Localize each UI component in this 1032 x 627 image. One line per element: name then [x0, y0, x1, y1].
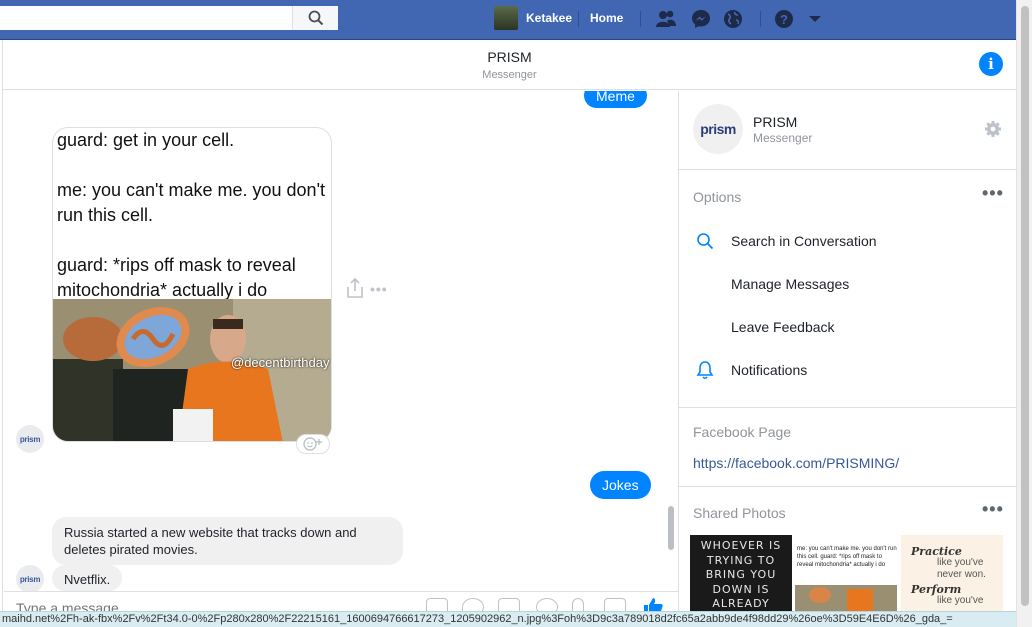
- shared-photo-image: [795, 585, 897, 611]
- help-icon[interactable]: ?: [773, 8, 795, 30]
- conversation-title: PRISM: [487, 49, 532, 65]
- message-bubble-incoming[interactable]: Nvetflix.: [52, 565, 123, 591]
- option-manage-messages[interactable]: Manage Messages: [693, 272, 1003, 296]
- option-leave-feedback[interactable]: Leave Feedback: [693, 315, 1003, 339]
- conversation-details-panel: prism PRISM Messenger Options ••• Search…: [678, 91, 1017, 611]
- conversation-header: PRISM Messenger i: [3, 40, 1016, 90]
- facebook-page-title: Facebook Page: [693, 424, 792, 440]
- browser-status-bar: maihd.net%2Fh-ak-fbx%2Fv%2Ft34.0-0%2Fp28…: [0, 611, 1016, 627]
- option-label: Notifications: [731, 362, 808, 378]
- avatar: [494, 6, 518, 30]
- shared-photo[interactable]: WHOEVER IS TRYING TO BRING YOU DOWN IS A…: [690, 535, 792, 611]
- option-label: Leave Feedback: [731, 319, 835, 335]
- message-bubble-outgoing[interactable]: Jokes: [590, 471, 651, 499]
- gear-icon[interactable]: [984, 120, 1002, 138]
- react-icon[interactable]: [296, 434, 330, 454]
- message-bubble-incoming[interactable]: Russia started a new website that tracks…: [52, 517, 403, 565]
- divider: [640, 11, 641, 27]
- shared-photo-text: WHOEVER IS TRYING TO BRING YOU DOWN IS A…: [700, 539, 782, 611]
- divider: [760, 11, 761, 27]
- left-edge: [0, 40, 3, 627]
- logo-text: prism: [700, 121, 736, 137]
- sidebar-name[interactable]: PRISM: [753, 114, 797, 130]
- page-scrollbar[interactable]: [1016, 0, 1032, 627]
- divider: [679, 169, 1017, 170]
- message-thread[interactable]: Meme guard: get in your cell. me: you ca…: [4, 91, 678, 591]
- options-title: Options: [693, 189, 742, 205]
- chat-scrollbar[interactable]: [668, 506, 674, 550]
- chevron-down-icon[interactable]: [804, 8, 826, 30]
- option-icon-spacer: [693, 315, 717, 339]
- avatar[interactable]: prism: [16, 565, 44, 591]
- profile-link[interactable]: Ketakee: [494, 6, 572, 30]
- shared-photo[interactable]: me: you can't make me. you don't run thi…: [795, 535, 897, 611]
- conversation-subtitle: Messenger: [482, 69, 537, 81]
- search-bar[interactable]: [0, 6, 338, 30]
- sidebar-subtitle: Messenger: [753, 131, 813, 145]
- info-icon[interactable]: i: [979, 52, 1003, 76]
- search-icon: [693, 229, 717, 253]
- top-navigation-bar: Ketakee Home ?: [0, 0, 1016, 40]
- option-notifications[interactable]: Notifications: [693, 358, 1003, 382]
- meme-photo: @decentbirthday: [53, 299, 331, 441]
- option-icon-spacer: [693, 272, 717, 296]
- search-icon: [308, 10, 323, 26]
- share-icon[interactable]: [346, 277, 364, 302]
- shared-photos-title: Shared Photos: [693, 505, 786, 521]
- shared-photo-text: like you've: [937, 595, 984, 606]
- meme-image[interactable]: guard: get in your cell. me: you can't m…: [52, 127, 332, 442]
- search-button[interactable]: [292, 6, 338, 30]
- shared-photos-more-icon[interactable]: •••: [982, 499, 1004, 520]
- divider: [679, 407, 1017, 408]
- shared-photo-text: like you've never won.: [937, 557, 986, 580]
- meme-watermark: @decentbirthday: [231, 355, 330, 370]
- divider: [578, 11, 579, 27]
- divider: [679, 486, 1017, 487]
- bell-icon: [693, 358, 717, 382]
- option-label: Manage Messages: [731, 276, 850, 292]
- shared-photo[interactable]: Practice like you've never won. Perform …: [901, 535, 1003, 611]
- home-link[interactable]: Home: [590, 11, 623, 25]
- messenger-icon[interactable]: [690, 8, 712, 30]
- facebook-page-link[interactable]: https://facebook.com/PRISMING/: [693, 455, 899, 471]
- avatar-label: prism: [19, 574, 41, 584]
- friend-requests-icon[interactable]: [655, 8, 677, 30]
- avatar[interactable]: prism: [16, 425, 44, 453]
- message-bubble-outgoing[interactable]: Meme: [584, 91, 647, 108]
- options-more-icon[interactable]: •••: [982, 183, 1004, 204]
- avatar-label: prism: [19, 434, 41, 444]
- option-search-in-conversation[interactable]: Search in Conversation: [693, 229, 1003, 253]
- shared-photo-text: me: you can't make me. you don't run thi…: [797, 546, 897, 568]
- option-label: Search in Conversation: [731, 233, 877, 249]
- more-options-icon[interactable]: •••: [370, 281, 388, 297]
- meme-caption: guard: get in your cell. me: you can't m…: [57, 130, 326, 300]
- globe-icon[interactable]: [722, 8, 744, 30]
- svg-text:?: ?: [780, 12, 788, 27]
- profile-name: Ketakee: [526, 11, 573, 25]
- shared-photos-grid: WHOEVER IS TRYING TO BRING YOU DOWN IS A…: [690, 535, 1006, 611]
- prism-logo: prism: [693, 104, 743, 154]
